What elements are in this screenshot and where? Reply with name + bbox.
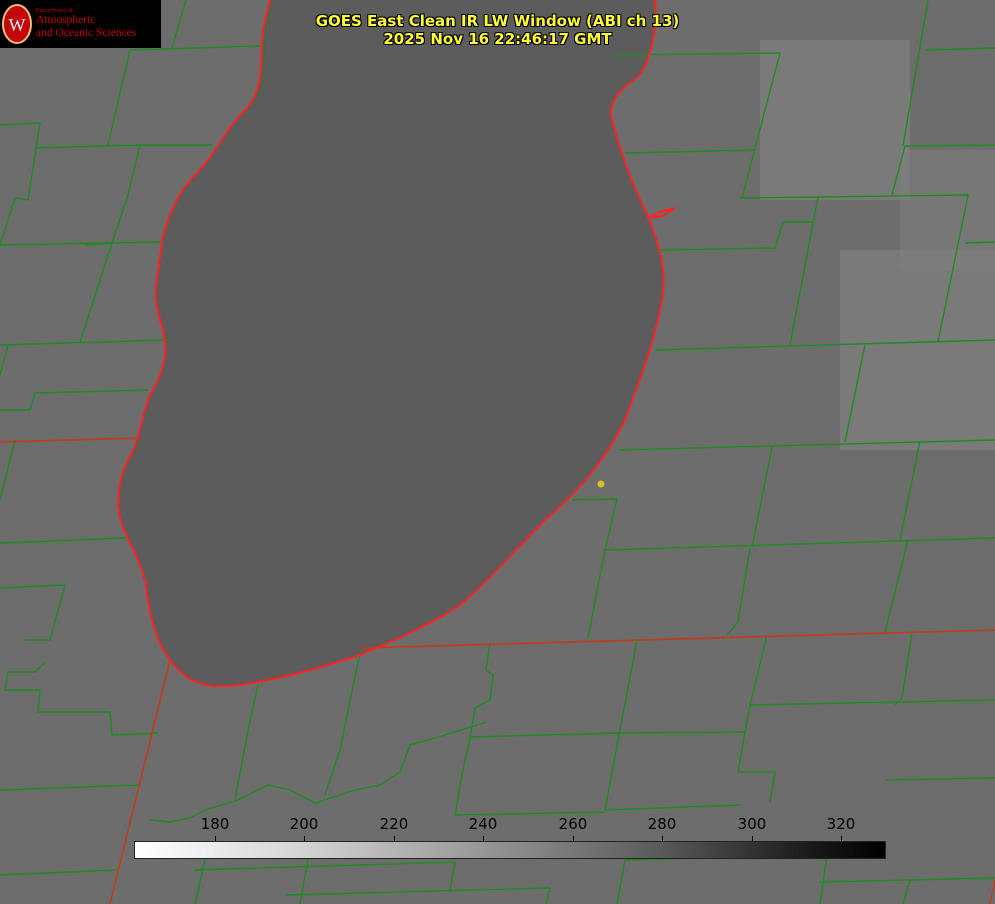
- colorbar-tickmark: [394, 836, 395, 841]
- colorbar-tickmark: [483, 836, 484, 841]
- colorbar-tickmark: [573, 836, 574, 841]
- map-layer: [0, 0, 995, 904]
- colorbar-tickmark: [662, 836, 663, 841]
- colorbar-tickmark: [304, 836, 305, 841]
- colorbar-tick: 260: [558, 815, 588, 833]
- colorbar-tick: 240: [468, 815, 498, 833]
- colorbar-tick: 280: [647, 815, 677, 833]
- colorbar-tick: 220: [379, 815, 409, 833]
- station-marker: [597, 480, 605, 488]
- satellite-map: W Department of Atmospheric and Oceanic …: [0, 0, 995, 904]
- lake-michigan: [118, 0, 664, 687]
- colorbar-tick: 200: [289, 815, 319, 833]
- colorbar-tick: 320: [826, 815, 856, 833]
- colorbar-tick: 180: [200, 815, 230, 833]
- colorbar-tickmark: [215, 836, 216, 841]
- colorbar-tickmark: [841, 836, 842, 841]
- image-title: GOES East Clean IR LW Window (ABI ch 13): [315, 12, 680, 30]
- colorbar-tickmark: [752, 836, 753, 841]
- colorbar-tick: 300: [737, 815, 767, 833]
- colorbar: [134, 841, 886, 859]
- image-timestamp: 2025 Nov 16 22:46:17 GMT: [383, 30, 612, 48]
